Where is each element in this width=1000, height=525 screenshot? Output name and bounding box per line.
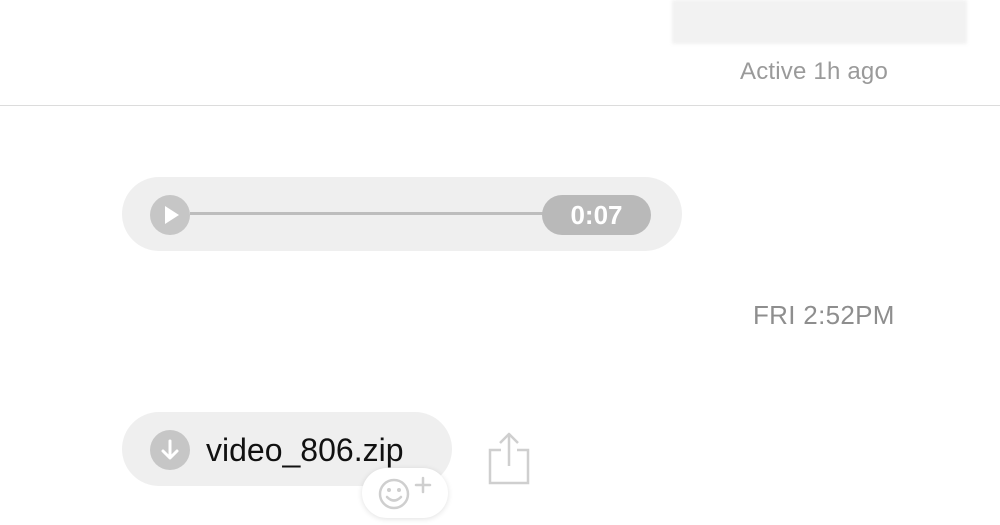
add-reaction-icon xyxy=(378,476,432,510)
audio-duration: 0:07 xyxy=(542,195,651,235)
file-name: video_806.zip xyxy=(206,432,404,468)
download-icon xyxy=(161,439,179,460)
contact-name-blurred xyxy=(672,0,967,44)
active-status: Active 1h ago xyxy=(740,58,889,85)
download-button[interactable] xyxy=(150,430,190,470)
header-divider xyxy=(0,105,1000,106)
conversation-header: Active 1h ago xyxy=(0,0,1000,106)
play-icon xyxy=(165,206,179,224)
play-button[interactable] xyxy=(150,195,190,235)
share-button[interactable] xyxy=(484,428,534,488)
conversation-view: Active 1h ago 0:07 FRI 2:52PM video_806.… xyxy=(0,0,1000,525)
audio-progress-track[interactable] xyxy=(190,212,550,215)
message-timestamp: FRI 2:52PM xyxy=(753,300,895,330)
add-reaction-button[interactable] xyxy=(362,468,448,518)
share-icon xyxy=(488,432,530,485)
